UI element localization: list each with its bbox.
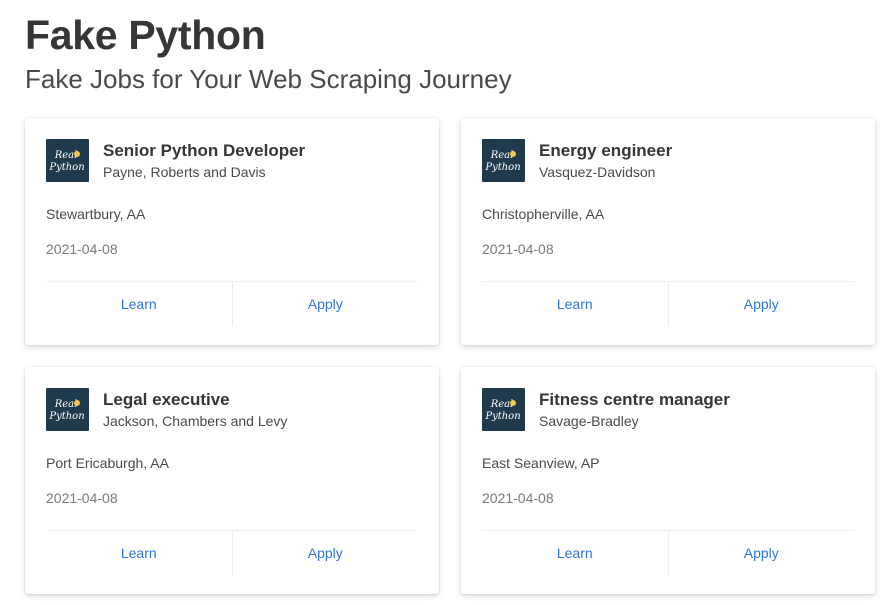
page-subtitle: Fake Jobs for Your Web Scraping Journey — [25, 64, 512, 94]
job-card-heading: Fitness centre manager Savage-Bradley — [539, 388, 730, 431]
job-card-heading: Senior Python Developer Payne, Roberts a… — [103, 139, 305, 182]
apply-link[interactable]: Apply — [231, 282, 419, 326]
job-location: Port Ericaburgh, AA — [46, 455, 169, 471]
job-card-header: Real Python Legal executive Jackson, Cha… — [46, 388, 418, 431]
svg-text:Python: Python — [48, 411, 84, 422]
apply-link[interactable]: Apply — [231, 531, 419, 575]
job-title: Fitness centre manager — [539, 390, 730, 409]
job-card-heading: Legal executive Jackson, Chambers and Le… — [103, 388, 287, 431]
company-name: Jackson, Chambers and Levy — [103, 413, 288, 429]
job-date: 2021-04-08 — [46, 490, 118, 506]
job-card-body: Real Python Legal executive Jackson, Cha… — [46, 388, 418, 431]
job-card-footer: Learn Apply — [46, 530, 418, 575]
job-card: Real Python Energy engineer Vasquez-Davi… — [461, 118, 875, 345]
job-card-header: Real Python Fitness centre manager Savag… — [482, 388, 854, 431]
job-card-body: Real Python Energy engineer Vasquez-Davi… — [482, 139, 854, 182]
job-card-body: Real Python Fitness centre manager Savag… — [482, 388, 854, 431]
apply-link[interactable]: Apply — [667, 282, 855, 326]
job-card-footer: Learn Apply — [46, 281, 418, 326]
job-card-header: Real Python Senior Python Developer Payn… — [46, 139, 418, 182]
company-logo-image: Real Python — [46, 139, 89, 182]
job-card-heading: Energy engineer Vasquez-Davidson — [539, 139, 672, 182]
svg-text:Real: Real — [490, 399, 514, 410]
company-logo-image: Real Python — [482, 388, 525, 431]
company-name: Savage-Bradley — [539, 413, 639, 429]
svg-text:Python: Python — [48, 162, 84, 173]
page-title: Fake Python — [25, 12, 266, 58]
svg-text:Python: Python — [484, 411, 520, 422]
job-title: Energy engineer — [539, 141, 673, 160]
job-date: 2021-04-08 — [482, 241, 554, 257]
company-name: Payne, Roberts and Davis — [103, 164, 266, 180]
job-card-header: Real Python Energy engineer Vasquez-Davi… — [482, 139, 854, 182]
job-card: Real Python Senior Python Developer Payn… — [25, 118, 439, 345]
svg-text:Python: Python — [484, 162, 520, 173]
job-date: 2021-04-08 — [46, 241, 118, 257]
job-card: Real Python Fitness centre manager Savag… — [461, 367, 875, 594]
job-card-footer: Learn Apply — [482, 281, 854, 326]
company-logo-image: Real Python — [46, 388, 89, 431]
company-name: Vasquez-Davidson — [539, 164, 656, 180]
job-card-body: Real Python Senior Python Developer Payn… — [46, 139, 418, 182]
job-location: East Seanview, AP — [482, 455, 600, 471]
job-card-grid: Real Python Senior Python Developer Payn… — [25, 118, 875, 594]
job-location: Christopherville, AA — [482, 206, 605, 222]
job-location: Stewartbury, AA — [46, 206, 146, 222]
learn-link[interactable]: Learn — [46, 531, 232, 575]
job-title: Senior Python Developer — [103, 141, 306, 160]
job-card: Real Python Legal executive Jackson, Cha… — [25, 367, 439, 594]
job-card-footer: Learn Apply — [482, 530, 854, 575]
svg-text:Real: Real — [54, 399, 78, 410]
learn-link[interactable]: Learn — [482, 531, 668, 575]
job-date: 2021-04-08 — [482, 490, 554, 506]
svg-text:Real: Real — [490, 150, 514, 161]
job-title: Legal executive — [103, 390, 230, 409]
page: Fake Python Fake Jobs for Your Web Scrap… — [0, 0, 891, 605]
apply-link[interactable]: Apply — [667, 531, 855, 575]
svg-text:Real: Real — [54, 150, 78, 161]
learn-link[interactable]: Learn — [482, 282, 668, 326]
company-logo-image: Real Python — [482, 139, 525, 182]
learn-link[interactable]: Learn — [46, 282, 232, 326]
